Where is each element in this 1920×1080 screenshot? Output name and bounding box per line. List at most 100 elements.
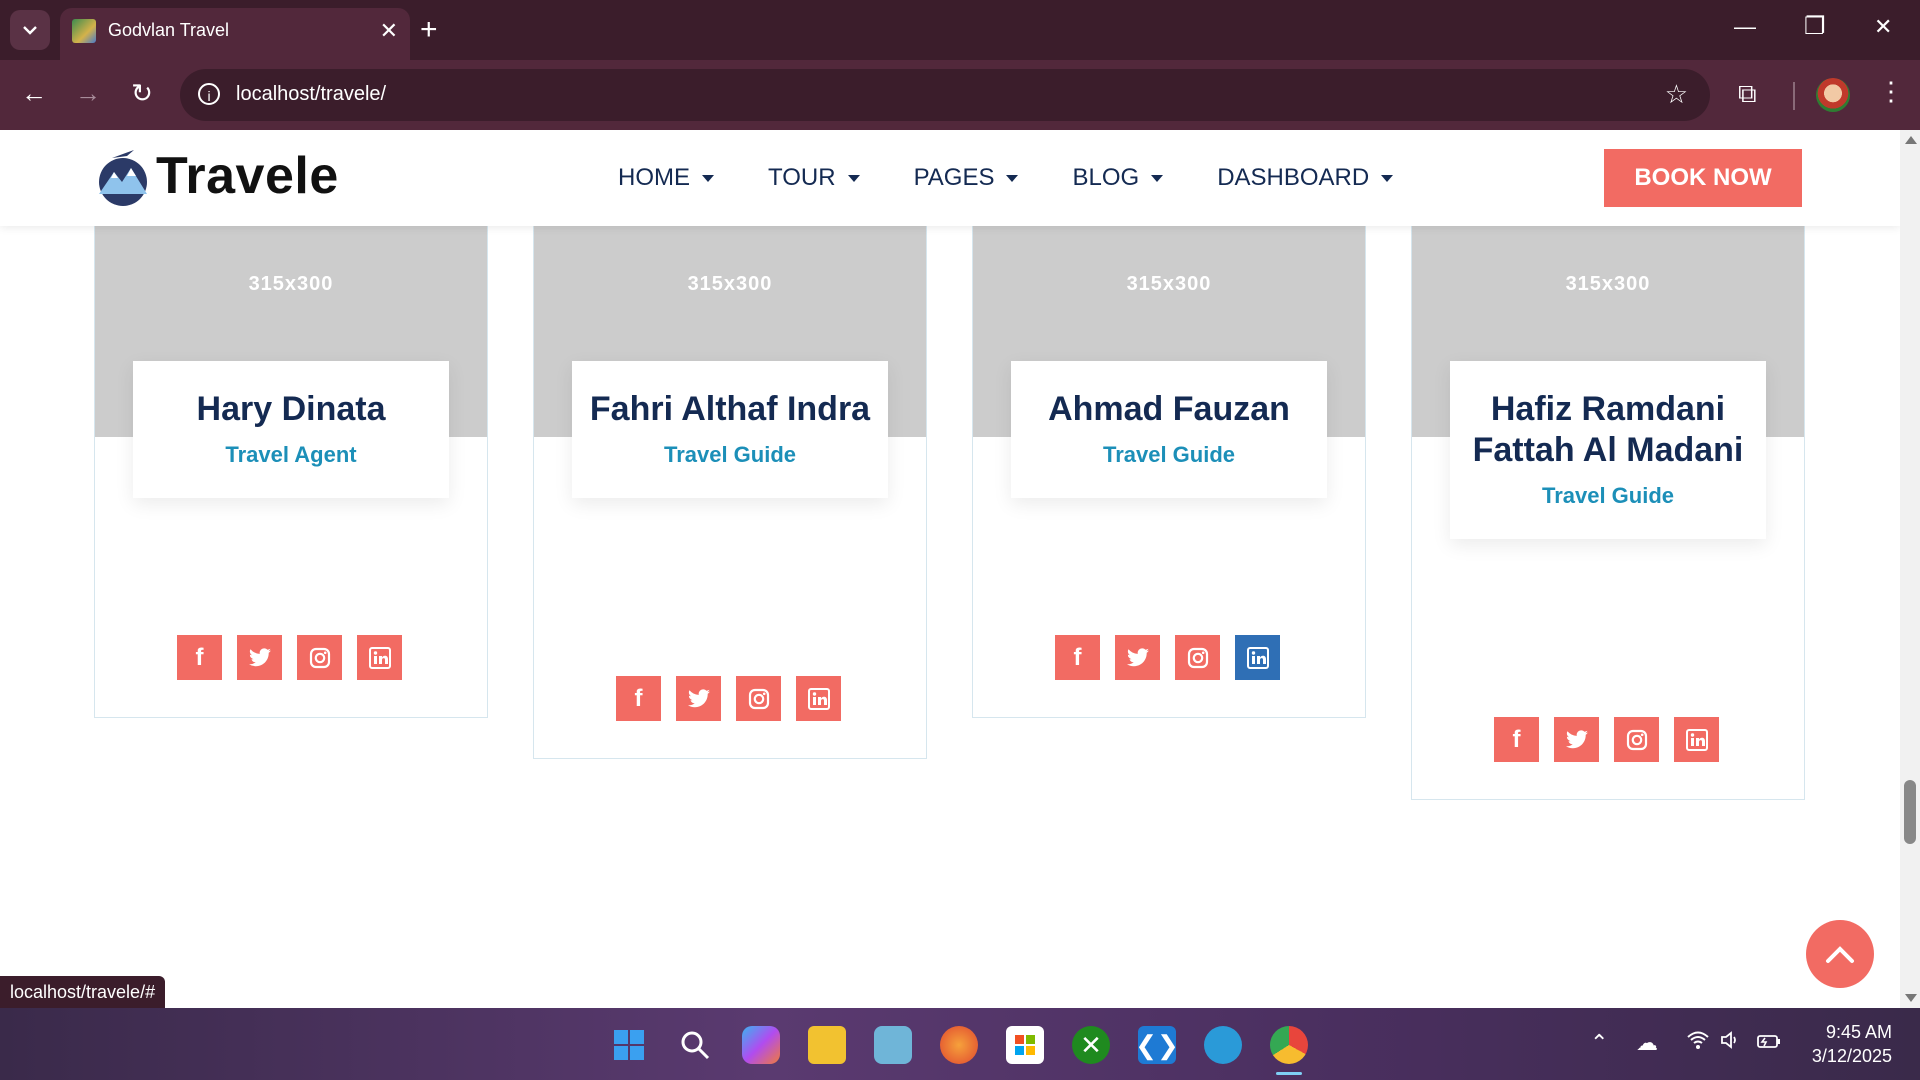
chrome-icon[interactable] — [1270, 1026, 1308, 1064]
facebook-icon[interactable]: f — [177, 635, 222, 680]
team-card: 315x300 Hafiz Ramdani Fattah Al Madani T… — [1411, 130, 1805, 800]
page-scrollbar[interactable] — [1900, 130, 1920, 1008]
nav-label: PAGES — [913, 164, 995, 191]
active-app-indicator — [1276, 1072, 1302, 1075]
clock-time: 9:45 AM — [1825, 1022, 1892, 1042]
social-links: f — [1055, 635, 1280, 680]
back-icon[interactable]: ← — [16, 78, 52, 109]
favicon-icon — [72, 19, 96, 43]
twitter-icon[interactable] — [1554, 717, 1599, 762]
clock-date: 3/12/2025 — [1811, 1046, 1892, 1066]
restore-icon[interactable]: ❐ — [1804, 12, 1826, 41]
team-member-name: Fahri Althaf Indra — [589, 390, 871, 428]
team-member-role: Travel Guide — [663, 442, 797, 467]
linkedin-icon[interactable] — [1235, 635, 1280, 680]
profile-avatar[interactable] — [1816, 78, 1850, 112]
caret-down-icon — [1381, 174, 1394, 182]
extensions-icon[interactable]: ⧉ — [1738, 78, 1757, 110]
twitter-icon[interactable] — [676, 676, 721, 721]
wifi-icon[interactable] — [1686, 1030, 1710, 1056]
toolbar-divider — [1793, 82, 1795, 110]
link-status-bar: localhost/travele/# — [0, 976, 166, 1008]
show-hidden-icons-icon[interactable]: ⌃ — [1590, 1030, 1608, 1056]
facebook-icon[interactable]: f — [616, 676, 661, 721]
start-windows-icon[interactable] — [610, 1026, 648, 1064]
nav-pages[interactable]: PAGES — [914, 164, 1019, 192]
vscode-icon[interactable]: ❮❯ — [1135, 1026, 1179, 1064]
address-bar[interactable]: i localhost/travele/ ☆ — [180, 69, 1710, 121]
team-info-box: Hafiz Ramdani Fattah Al Madani Travel Gu… — [1450, 361, 1766, 539]
app-icon[interactable] — [1204, 1026, 1242, 1064]
social-links: f — [177, 635, 402, 680]
copilot-icon[interactable] — [742, 1026, 780, 1064]
facebook-icon[interactable]: f — [1494, 717, 1539, 762]
nav-tour[interactable]: TOUR — [768, 164, 860, 192]
forward-icon[interactable]: → — [70, 78, 106, 109]
caret-down-icon — [1151, 174, 1164, 182]
chevron-down-icon — [23, 26, 37, 35]
volume-icon[interactable] — [1720, 1030, 1742, 1056]
logo-text: Travele — [156, 147, 339, 205]
site-info-icon[interactable]: i — [198, 83, 220, 105]
scrollbar-thumb[interactable] — [1904, 780, 1916, 844]
team-info-box: Hary Dinata Travel Agent — [133, 361, 449, 498]
main-nav: HOME TOUR PAGES BLOG DASHBOARD — [618, 164, 1447, 192]
web-page: Travele HOME TOUR PAGES BLOG DASHBOARD B… — [0, 130, 1900, 1008]
team-info-box: Ahmad Fauzan Travel Guide — [1011, 361, 1327, 498]
address-text[interactable]: localhost/travele/ — [236, 83, 386, 106]
social-links: f — [616, 676, 841, 721]
team-member-role: Travel Guide — [1102, 442, 1236, 467]
nav-dashboard[interactable]: DASHBOARD — [1217, 164, 1394, 192]
caret-down-icon — [1006, 174, 1019, 182]
browser-toolbar: ← → ↻ i localhost/travele/ ☆ — [0, 60, 1920, 130]
twitter-icon[interactable] — [1115, 635, 1160, 680]
facebook-icon[interactable]: f — [1055, 635, 1100, 680]
linkedin-icon[interactable] — [357, 635, 402, 680]
scroll-down-arrow-icon[interactable] — [1905, 994, 1917, 1002]
site-header: Travele HOME TOUR PAGES BLOG DASHBOARD B… — [0, 130, 1900, 226]
team-member-name: Hafiz Ramdani Fattah Al Madani — [1472, 390, 1744, 469]
social-links: f — [1494, 717, 1719, 762]
taskbar-clock[interactable]: 9:45 AM 3/12/2025 — [1800, 1020, 1892, 1068]
nav-home[interactable]: HOME — [618, 164, 714, 192]
team-info-box: Fahri Althaf Indra Travel Guide — [572, 361, 888, 498]
reload-icon[interactable]: ↻ — [124, 78, 160, 109]
instagram-icon[interactable] — [1614, 717, 1659, 762]
team-member-name: Hary Dinata — [196, 390, 386, 428]
caret-down-icon — [702, 174, 714, 182]
instagram-icon[interactable] — [297, 635, 342, 680]
new-tab-button[interactable]: + — [420, 12, 438, 48]
app-icon[interactable] — [874, 1026, 912, 1064]
close-tab-icon[interactable]: ✕ — [380, 18, 398, 44]
close-window-icon[interactable]: ✕ — [1874, 14, 1892, 40]
nav-blog[interactable]: BLOG — [1072, 164, 1164, 192]
linkedin-icon[interactable] — [796, 676, 841, 721]
logo-mountain-icon — [94, 146, 152, 206]
twitter-icon[interactable] — [237, 635, 282, 680]
search-icon[interactable] — [676, 1026, 714, 1064]
back-to-top-button[interactable] — [1806, 920, 1874, 988]
caret-down-icon — [847, 174, 860, 182]
browser-menu-icon[interactable]: ⋮ — [1878, 76, 1904, 107]
tab-search-button[interactable] — [10, 10, 50, 50]
instagram-icon[interactable] — [736, 676, 781, 721]
site-logo[interactable]: Travele — [94, 146, 339, 206]
team-member-name: Ahmad Fauzan — [1048, 390, 1290, 428]
team-member-role: Travel Agent — [225, 442, 357, 467]
firefox-icon[interactable] — [940, 1026, 978, 1064]
chevron-up-icon — [1826, 946, 1854, 963]
book-now-button[interactable]: BOOK NOW — [1604, 149, 1802, 207]
instagram-icon[interactable] — [1175, 635, 1220, 680]
bookmark-star-icon[interactable]: ☆ — [1665, 79, 1688, 110]
linkedin-icon[interactable] — [1674, 717, 1719, 762]
nav-label: DASHBOARD — [1217, 164, 1370, 191]
tab-title: Godvlan Travel — [108, 20, 230, 40]
microsoft-store-icon[interactable] — [1006, 1026, 1044, 1064]
scroll-up-arrow-icon[interactable] — [1905, 136, 1917, 144]
xbox-icon[interactable]: ✕ — [1072, 1026, 1110, 1064]
file-explorer-icon[interactable] — [808, 1026, 846, 1064]
minimize-icon[interactable]: — — [1734, 14, 1756, 40]
battery-icon[interactable] — [1756, 1030, 1782, 1056]
onedrive-cloud-icon[interactable]: ☁ — [1636, 1030, 1658, 1056]
browser-tab[interactable]: Godvlan Travel ✕ — [60, 8, 410, 60]
